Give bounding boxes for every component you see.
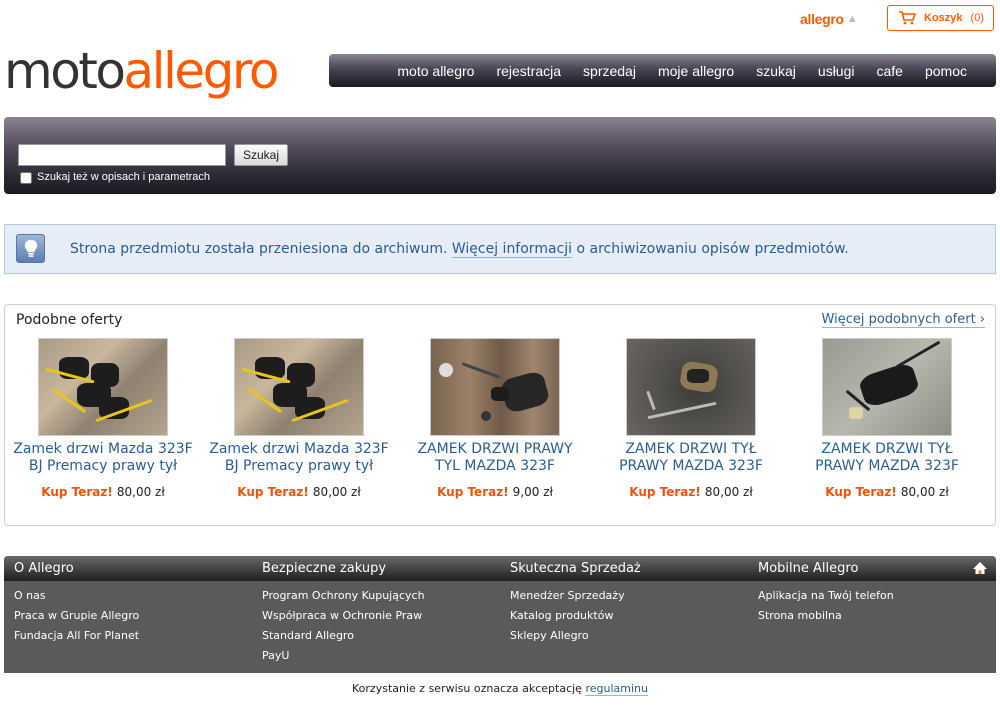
search-descriptions-checkbox[interactable] bbox=[20, 172, 32, 184]
buy-now-label[interactable]: Kup Teraz! bbox=[825, 485, 897, 499]
cart-button[interactable]: Koszyk (0) bbox=[887, 5, 994, 31]
buy-now-label[interactable]: Kup Teraz! bbox=[629, 485, 701, 499]
footer-link[interactable]: Program Ochrony Kupujących bbox=[262, 589, 502, 609]
search-button[interactable]: Szukaj bbox=[234, 144, 288, 166]
footer-column-title: O Allegro bbox=[14, 561, 74, 576]
footer-link[interactable]: O nas bbox=[14, 589, 254, 609]
archive-info-text: Strona przedmiotu została przeniesiona d… bbox=[70, 241, 849, 258]
footer-link[interactable]: Katalog produktów bbox=[510, 609, 750, 629]
footer-column-mobilne-allegro: Mobilne Allegro Aplikacja na Twój telefo… bbox=[758, 556, 998, 629]
footer-link[interactable]: Strona mobilna bbox=[758, 609, 998, 629]
allegro-small-logo: allegro bbox=[800, 11, 844, 27]
search-panel: Szukaj Szukaj też w opisach i parametrac… bbox=[4, 117, 996, 194]
offer-price: Kup Teraz! 9,00 zł bbox=[405, 485, 585, 499]
offer-title[interactable]: ZAMEK DRZWI PRAWY TYL MAZDA 323F bbox=[405, 441, 585, 475]
nav-item-cafe[interactable]: cafe bbox=[866, 63, 914, 79]
price-value: 80,00 zł bbox=[116, 485, 165, 499]
offer-title[interactable]: Zamek drzwi Mazda 323F BJ Premacy prawy … bbox=[209, 441, 389, 475]
footer-column-title: Mobilne Allegro bbox=[758, 561, 859, 576]
terms-link[interactable]: regulaminu bbox=[585, 682, 648, 696]
terms-note-text: Korzystanie z serwisu oznacza akceptację bbox=[352, 682, 582, 695]
nav-item-moto-allegro[interactable]: moto allegro bbox=[386, 63, 485, 79]
footer-column-bezpieczne-zakupy: Bezpieczne zakupy Program Ochrony Kupują… bbox=[262, 556, 502, 669]
motoallegro-logo[interactable]: motoallegro bbox=[4, 36, 280, 106]
offer-card: Zamek drzwi Mazda 323F BJ Premacy prawy … bbox=[209, 338, 389, 499]
info-text-before: Strona przedmiotu została przeniesiona d… bbox=[70, 241, 448, 257]
footer-column-title: Bezpieczne zakupy bbox=[262, 561, 387, 576]
cart-icon bbox=[899, 11, 916, 25]
cart-count: (0) bbox=[970, 12, 984, 24]
similar-offers: Podobne oferty Więcej podobnych ofert › … bbox=[4, 304, 996, 526]
offer-card: ZAMEK DRZWI PRAWY TYL MAZDA 323F Kup Ter… bbox=[405, 338, 585, 499]
footer-link[interactable]: PayU bbox=[262, 649, 502, 669]
price-value: 80,00 zł bbox=[900, 485, 949, 499]
home-icon[interactable] bbox=[972, 561, 988, 575]
footer-link[interactable]: Menedżer Sprzedaży bbox=[510, 589, 750, 609]
footer-link[interactable]: Współpraca w Ochronie Praw bbox=[262, 609, 502, 629]
nav-item-sprzedaj[interactable]: sprzedaj bbox=[572, 63, 647, 79]
footer-link[interactable]: Praca w Grupie Allegro bbox=[14, 609, 254, 629]
price-value: 9,00 zł bbox=[512, 485, 553, 499]
offer-price: Kup Teraz! 80,00 zł bbox=[209, 485, 389, 499]
buy-now-label[interactable]: Kup Teraz! bbox=[41, 485, 113, 499]
offer-price: Kup Teraz! 80,00 zł bbox=[601, 485, 781, 499]
footer: O Allegro O nas Praca w Grupie Allegro F… bbox=[4, 556, 996, 673]
allegro-home-link[interactable]: allegro ▲ bbox=[800, 11, 858, 27]
nav-item-pomoc[interactable]: pomoc bbox=[914, 63, 978, 79]
buy-now-label[interactable]: Kup Teraz! bbox=[237, 485, 309, 499]
offer-price: Kup Teraz! 80,00 zł bbox=[13, 485, 193, 499]
search-descriptions-label: Szukaj też w opisach i parametrach bbox=[37, 171, 211, 183]
info-text-after: o archiwizowaniu opisów przedmiotów. bbox=[576, 241, 849, 257]
footer-link[interactable]: Aplikacja na Twój telefon bbox=[758, 589, 998, 609]
buy-now-label[interactable]: Kup Teraz! bbox=[437, 485, 509, 499]
offer-image[interactable] bbox=[234, 338, 364, 436]
archive-info-box: Strona przedmiotu została przeniesiona d… bbox=[4, 224, 996, 274]
footer-link[interactable]: Fundacja All For Planet bbox=[14, 629, 254, 649]
logo-allegro: allegro bbox=[123, 42, 280, 100]
nav-item-szukaj[interactable]: szukaj bbox=[745, 63, 807, 79]
offer-card: Zamek drzwi Mazda 323F BJ Premacy prawy … bbox=[13, 338, 193, 499]
arrow-up-icon: ▲ bbox=[846, 13, 858, 25]
offer-image[interactable] bbox=[822, 338, 952, 436]
offer-title[interactable]: ZAMEK DRZWI TYŁ PRAWY MAZDA 323F bbox=[797, 441, 977, 475]
lightbulb-icon bbox=[16, 234, 45, 263]
footer-column-o-allegro: O Allegro O nas Praca w Grupie Allegro F… bbox=[14, 556, 254, 649]
similar-offers-title: Podobne oferty bbox=[16, 312, 123, 328]
offer-card: ZAMEK DRZWI TYŁ PRAWY MAZDA 323F Kup Ter… bbox=[797, 338, 977, 499]
offer-card: ZAMEK DRZWI TYŁ PRAWY MAZDA 323F Kup Ter… bbox=[601, 338, 781, 499]
offer-title[interactable]: Zamek drzwi Mazda 323F BJ Premacy prawy … bbox=[13, 441, 193, 475]
offer-image[interactable] bbox=[430, 338, 560, 436]
search-input[interactable] bbox=[18, 144, 226, 166]
price-value: 80,00 zł bbox=[312, 485, 361, 499]
logo-moto: moto bbox=[4, 42, 126, 100]
footer-link[interactable]: Standard Allegro bbox=[262, 629, 502, 649]
offer-image[interactable] bbox=[626, 338, 756, 436]
terms-note: Korzystanie z serwisu oznacza akceptację… bbox=[0, 682, 1000, 696]
cart-label: Koszyk bbox=[924, 12, 963, 24]
footer-column-title: Skuteczna Sprzedaż bbox=[510, 561, 641, 576]
top-bar: allegro ▲ Koszyk (0) bbox=[0, 5, 1000, 35]
more-info-link[interactable]: Więcej informacji bbox=[451, 241, 573, 258]
offer-image[interactable] bbox=[38, 338, 168, 436]
nav-item-rejestracja[interactable]: rejestracja bbox=[485, 63, 572, 79]
main-nav: moto allegro rejestracja sprzedaj moje a… bbox=[329, 54, 996, 87]
offer-price: Kup Teraz! 80,00 zł bbox=[797, 485, 977, 499]
more-similar-offers-link[interactable]: Więcej podobnych ofert › bbox=[821, 312, 985, 328]
price-value: 80,00 zł bbox=[704, 485, 753, 499]
nav-item-uslugi[interactable]: usługi bbox=[807, 63, 866, 79]
nav-item-moje-allegro[interactable]: moje allegro bbox=[647, 63, 745, 79]
footer-column-skuteczna-sprzedaz: Skuteczna Sprzedaż Menedżer Sprzedaży Ka… bbox=[510, 556, 750, 649]
footer-link[interactable]: Sklepy Allegro bbox=[510, 629, 750, 649]
offer-title[interactable]: ZAMEK DRZWI TYŁ PRAWY MAZDA 323F bbox=[601, 441, 781, 475]
